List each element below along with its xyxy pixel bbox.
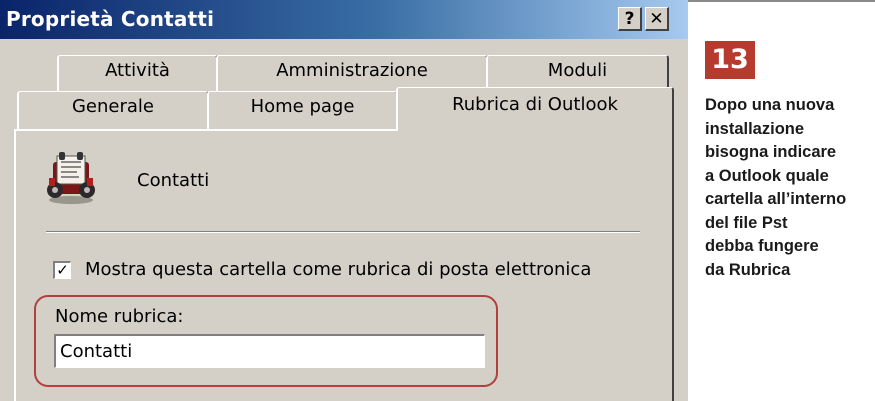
tab-home-page[interactable]: Home page [207, 91, 398, 129]
caption-rule [688, 0, 875, 2]
address-book-icon [47, 152, 95, 204]
close-button[interactable]: ✕ [645, 7, 669, 31]
separator [46, 231, 640, 233]
show-as-address-book-checkbox[interactable]: ✓ [53, 261, 71, 279]
tab-moduli[interactable]: Moduli [486, 55, 669, 91]
caption-line: Dopo una nuova [705, 96, 835, 114]
caption-line: da Rubrica [705, 260, 791, 279]
checkmark-icon: ✓ [56, 261, 69, 279]
tab-amministrazione[interactable]: Amministrazione [216, 55, 488, 91]
caption-line: debba fungere [705, 237, 819, 255]
title-bar[interactable]: Proprietà Contatti ? ✕ [0, 0, 688, 39]
caption-line: del file Pst [705, 213, 788, 232]
highlight-frame [34, 295, 498, 387]
caption-line: bisogna indicare [705, 143, 837, 161]
tab-rubrica-di-outlook[interactable]: Rubrica di Outlook [396, 87, 674, 131]
checkbox-label: Mostra questa cartella come rubrica di p… [85, 259, 592, 280]
tab-attivita[interactable]: Attività [57, 55, 218, 91]
tab-generale[interactable]: Generale [17, 91, 209, 129]
window-title: Proprietà Contatti [6, 7, 215, 31]
caption-line: installazione [705, 119, 805, 138]
help-button[interactable]: ? [618, 7, 642, 31]
close-icon: ✕ [649, 9, 664, 29]
folder-name-label: Contatti [137, 170, 210, 191]
properties-dialog: Proprietà Contatti ? ✕ Attività Amminist… [0, 0, 688, 401]
caption-text: Dopo una nuova installazione bisogna ind… [705, 94, 875, 282]
caption-line: cartella all’interno [705, 190, 847, 208]
step-number-badge: 13 [705, 41, 755, 79]
caption-line: a Outlook quale [705, 166, 829, 185]
